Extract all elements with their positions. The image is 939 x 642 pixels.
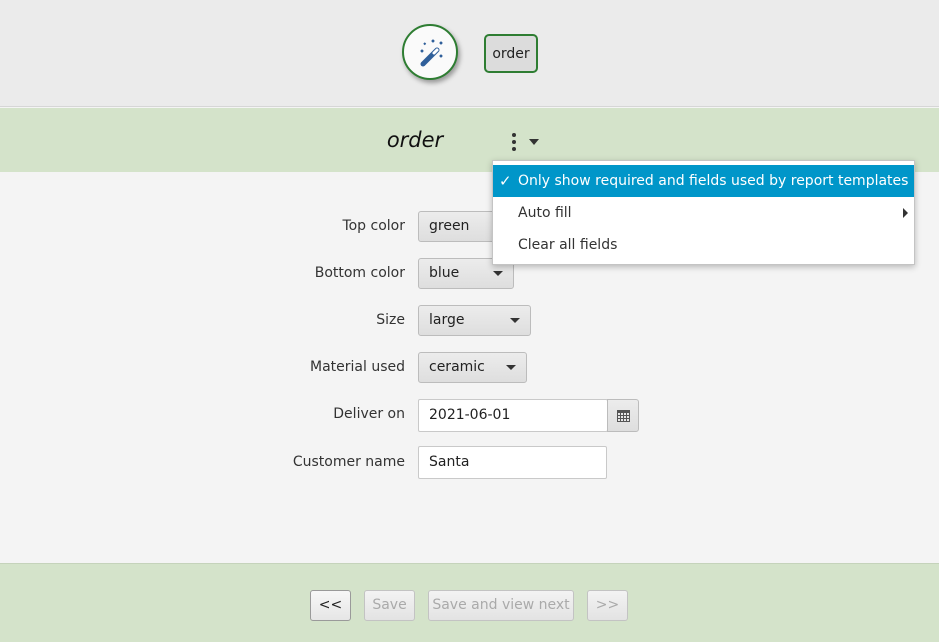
save-button[interactable]: Save [364,590,415,621]
size-label: Size [376,312,405,328]
top-color-label: Top color [342,218,405,234]
chevron-down-icon [493,271,503,276]
size-value: large [429,312,465,328]
menu-item-clear-all-fields[interactable]: Clear all fields [493,229,914,261]
top-toolbar: order [0,0,939,107]
menu-item-label: Clear all fields [518,237,618,253]
material-value: ceramic [429,359,485,375]
customer-name-label: Customer name [292,454,405,470]
chevron-down-icon [510,318,520,323]
form-title: order [386,128,444,152]
top-color-value: green [429,218,470,234]
menu-item-only-show-required[interactable]: ✓ Only show required and fields used by … [493,165,914,197]
chevron-down-icon [529,139,539,145]
chevron-right-icon [903,208,908,218]
previous-button[interactable]: << [310,590,351,621]
save-and-view-next-button[interactable]: Save and view next [428,590,574,621]
checkmark-icon: ✓ [499,172,512,190]
form-options-dropdown: ✓ Only show required and fields used by … [492,160,915,265]
deliver-on-date-input[interactable]: 2021-06-01 [418,399,608,432]
magic-wand-button[interactable] [402,24,458,80]
bottom-color-label: Bottom color [314,265,405,281]
order-tag-button[interactable]: order [484,34,538,73]
material-select[interactable]: ceramic [418,352,527,383]
material-label: Material used [310,359,405,375]
magic-wand-icon [420,39,443,67]
menu-item-label: Only show required and fields used by re… [518,173,909,189]
customer-name-input[interactable]: Santa [418,446,607,479]
kebab-menu-icon [505,130,523,154]
form-options-menu-button[interactable] [505,130,545,154]
menu-item-label: Auto fill [518,205,572,221]
bottom-color-value: blue [429,265,460,281]
chevron-down-icon [506,365,516,370]
next-button[interactable]: >> [587,590,628,621]
date-picker-button[interactable] [607,399,639,432]
deliver-on-label: Deliver on [333,406,405,422]
size-select[interactable]: large [418,305,531,336]
menu-item-auto-fill[interactable]: Auto fill [493,197,914,229]
footer-bar: << Save Save and view next >> [0,563,939,642]
calendar-icon [617,410,630,422]
